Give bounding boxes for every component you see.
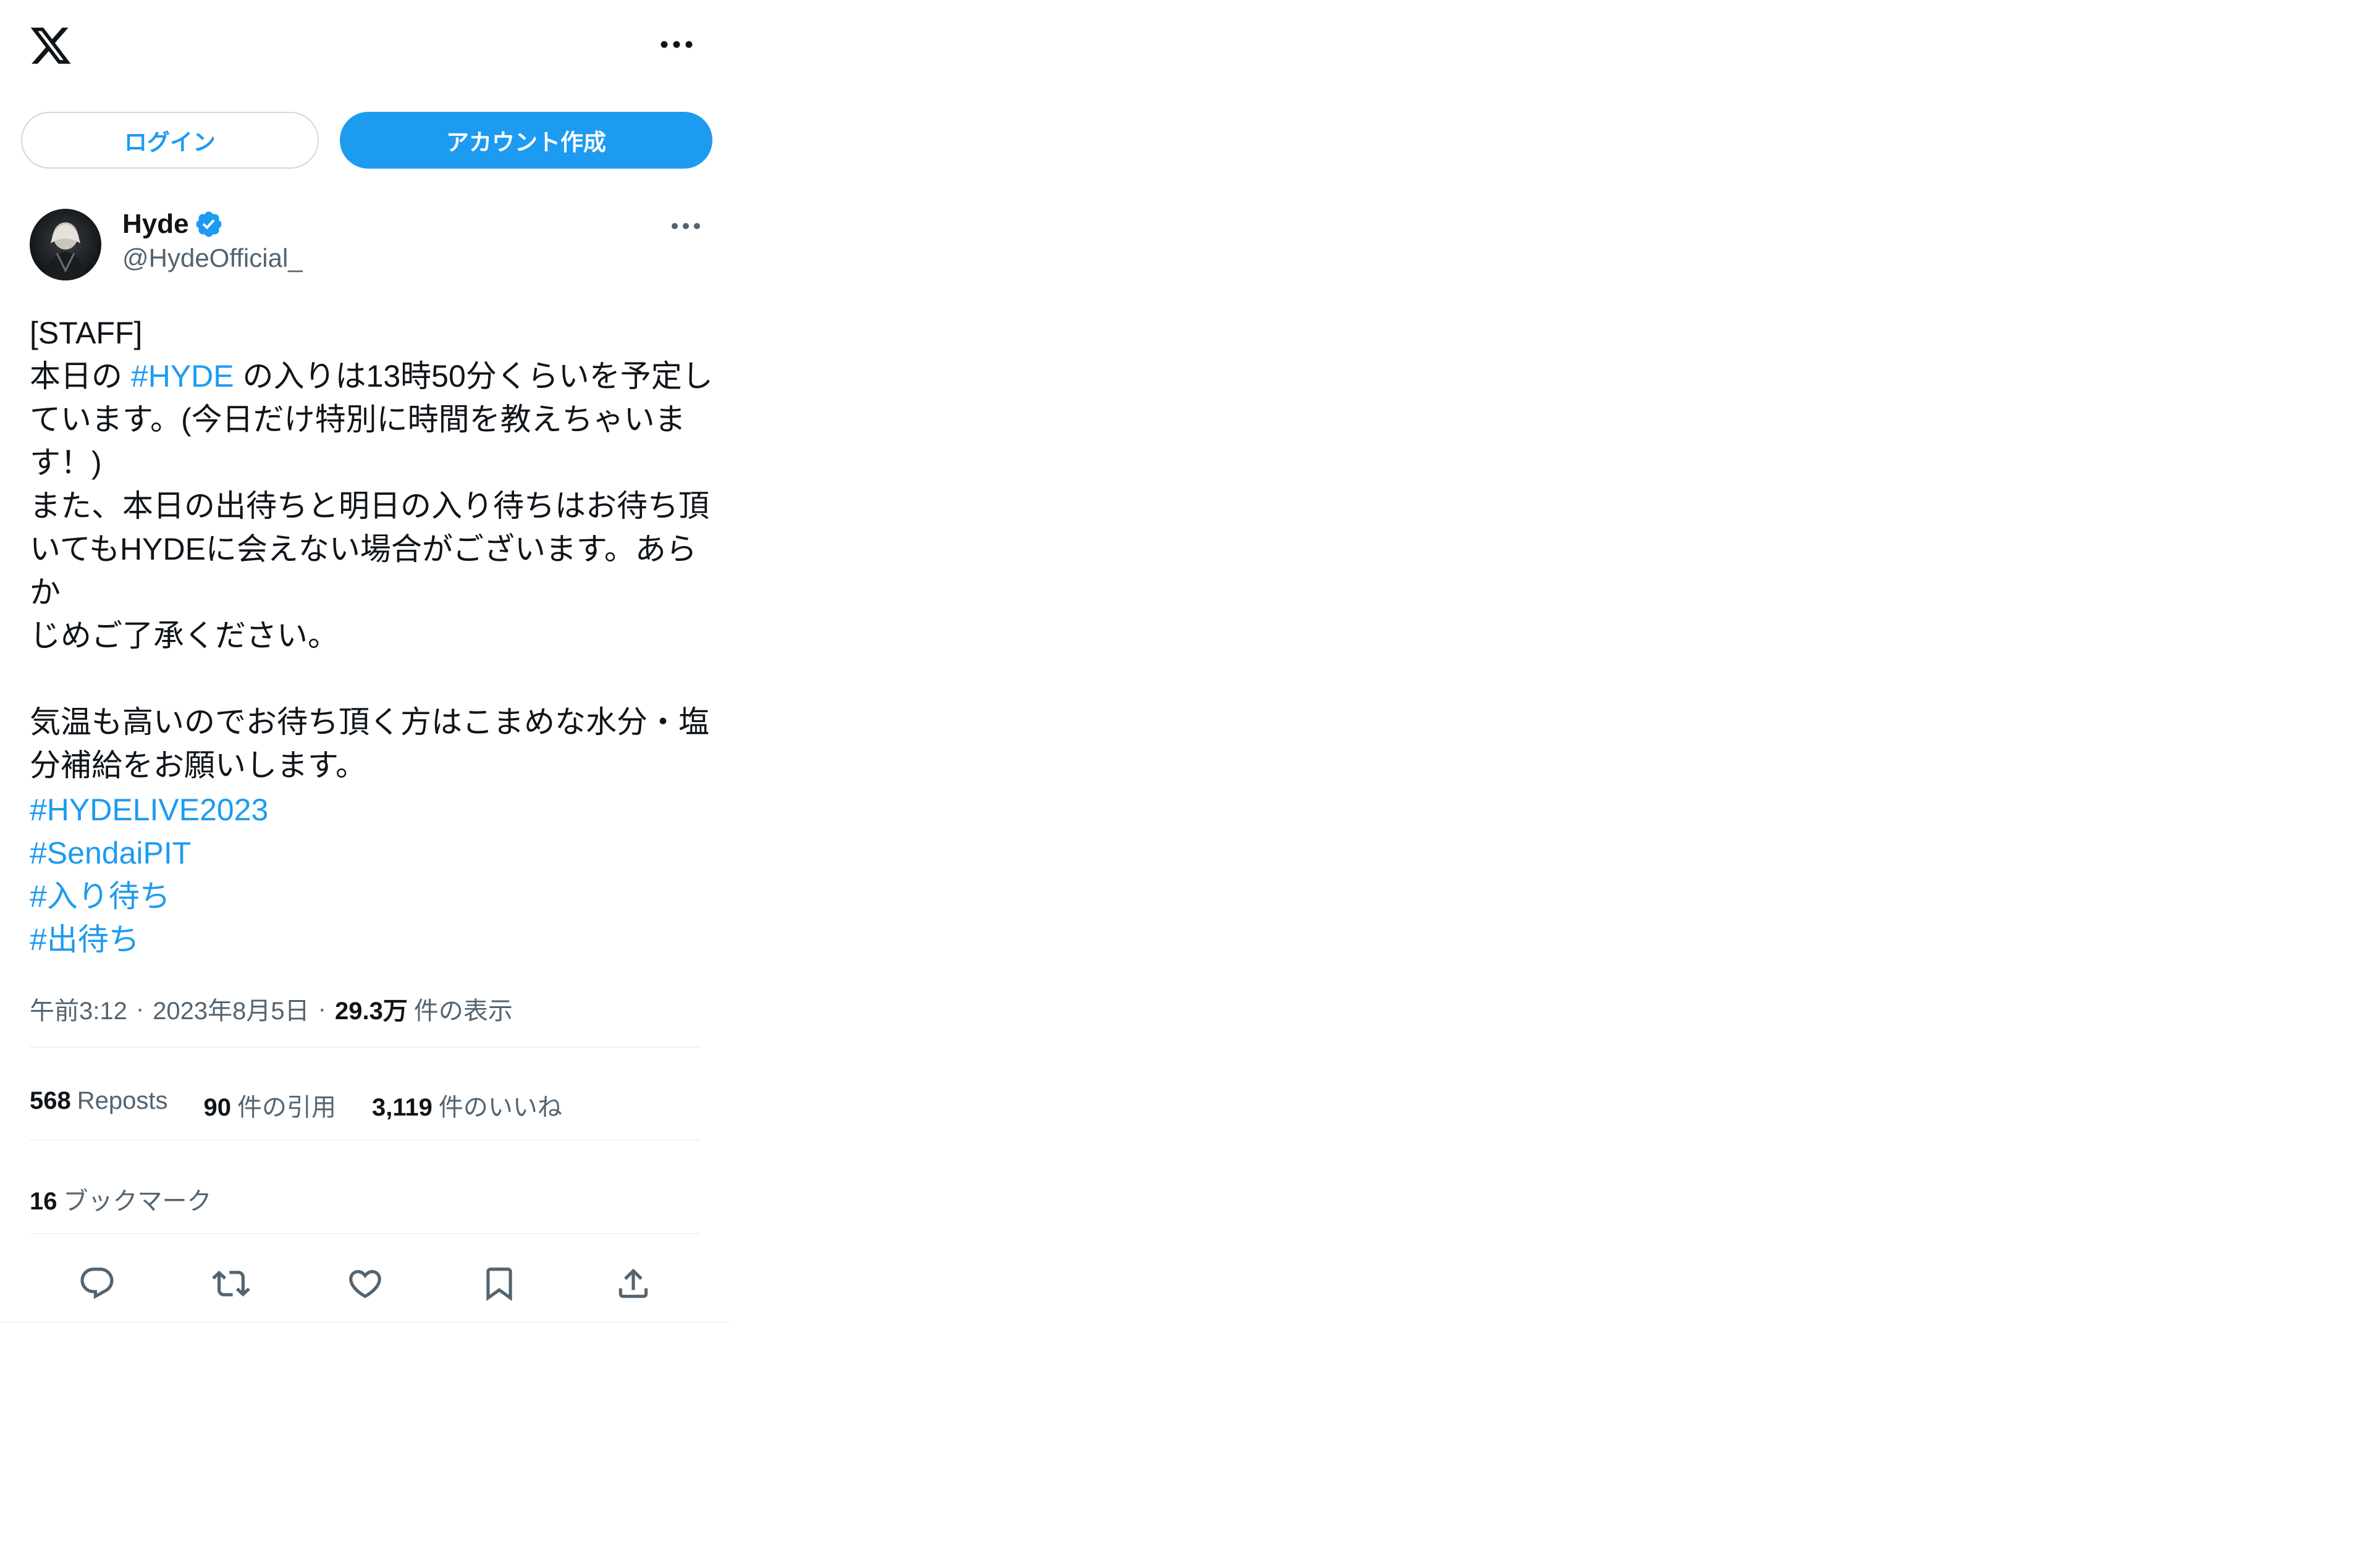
- hashtag-link[interactable]: #SendaiPIT: [30, 831, 268, 875]
- bookmark-icon[interactable]: [479, 1263, 520, 1304]
- likes-label: 件のいいね: [438, 1094, 562, 1121]
- divider: [30, 1233, 701, 1234]
- likes-count: 3,119: [372, 1094, 433, 1121]
- more-horizontal-icon[interactable]: [660, 38, 693, 51]
- tweet-time[interactable]: 午前3:12: [30, 991, 127, 1027]
- tweet-meta: 午前3:12 · 2023年8月5日 · 29.3万 件の表示: [30, 991, 513, 1027]
- repost-icon[interactable]: [211, 1263, 251, 1304]
- likes-stat[interactable]: 3,119 件のいいね: [372, 1087, 562, 1123]
- hashtag-link[interactable]: #入り待ち: [30, 875, 268, 918]
- tweet-text: [STAFF] 本日の #HYDE の入りは13時50分くらいを予定し ています…: [30, 311, 715, 787]
- tweet-stats: 568 Reposts 90 件の引用 3,119 件のいいね: [30, 1087, 598, 1123]
- bookmarks-label: ブックマーク: [63, 1188, 212, 1215]
- quotes-count: 90: [203, 1094, 232, 1121]
- tweet-more-icon[interactable]: [671, 220, 701, 232]
- create-account-button[interactable]: アカウント作成: [340, 112, 712, 169]
- meta-separator: ·: [135, 994, 145, 1022]
- bookmarks-stat: 16 ブックマーク: [30, 1181, 212, 1217]
- like-icon[interactable]: [345, 1263, 386, 1304]
- share-icon[interactable]: [613, 1263, 654, 1304]
- tweet-panel: ログイン アカウント作成 Hyde @HydeOfficial_ [STAFF]…: [0, 0, 730, 1323]
- reply-icon[interactable]: [77, 1263, 117, 1304]
- verified-badge-icon: [194, 209, 224, 239]
- bookmarks-count: 16: [30, 1188, 57, 1215]
- author-name[interactable]: Hyde: [122, 209, 189, 240]
- tweet-text-line1: [STAFF]: [30, 316, 143, 350]
- divider: [30, 1139, 701, 1140]
- x-logo-icon[interactable]: [28, 23, 73, 68]
- quotes-label: 件の引用: [237, 1094, 336, 1121]
- divider: [30, 1046, 701, 1048]
- author-handle[interactable]: @HydeOfficial_: [122, 243, 303, 273]
- hashtag-hyde-link[interactable]: #HYDE: [131, 359, 234, 393]
- quotes-stat[interactable]: 90 件の引用: [204, 1087, 337, 1123]
- meta-separator: ·: [318, 994, 326, 1022]
- page: ログイン アカウント作成 Hyde @HydeOfficial_ [STAFF]…: [0, 0, 2380, 1564]
- hashtag-link[interactable]: #出待ち: [30, 918, 268, 961]
- views-count: 29.3万: [335, 998, 408, 1025]
- action-bar: [30, 1258, 701, 1310]
- tweet-date[interactable]: 2023年8月5日: [153, 991, 309, 1027]
- views-label: 件の表示: [413, 998, 513, 1025]
- reposts-count: 568: [30, 1087, 71, 1114]
- reposts-stat[interactable]: 568 Reposts: [30, 1087, 168, 1123]
- reposts-label: Reposts: [77, 1087, 168, 1114]
- hashtag-list: #HYDELIVE2023 #SendaiPIT #入り待ち #出待ち: [30, 788, 268, 961]
- tweet-text-line2-pre: 本日の: [30, 359, 131, 393]
- tweet-text-body: の入りは13時50分くらいを予定し ています。(今日だけ特別に時間を教えちゃいま…: [30, 359, 713, 783]
- author-name-row[interactable]: Hyde: [122, 206, 224, 242]
- login-button[interactable]: ログイン: [21, 112, 319, 169]
- avatar[interactable]: [30, 209, 101, 280]
- hashtag-link[interactable]: #HYDELIVE2023: [30, 788, 268, 831]
